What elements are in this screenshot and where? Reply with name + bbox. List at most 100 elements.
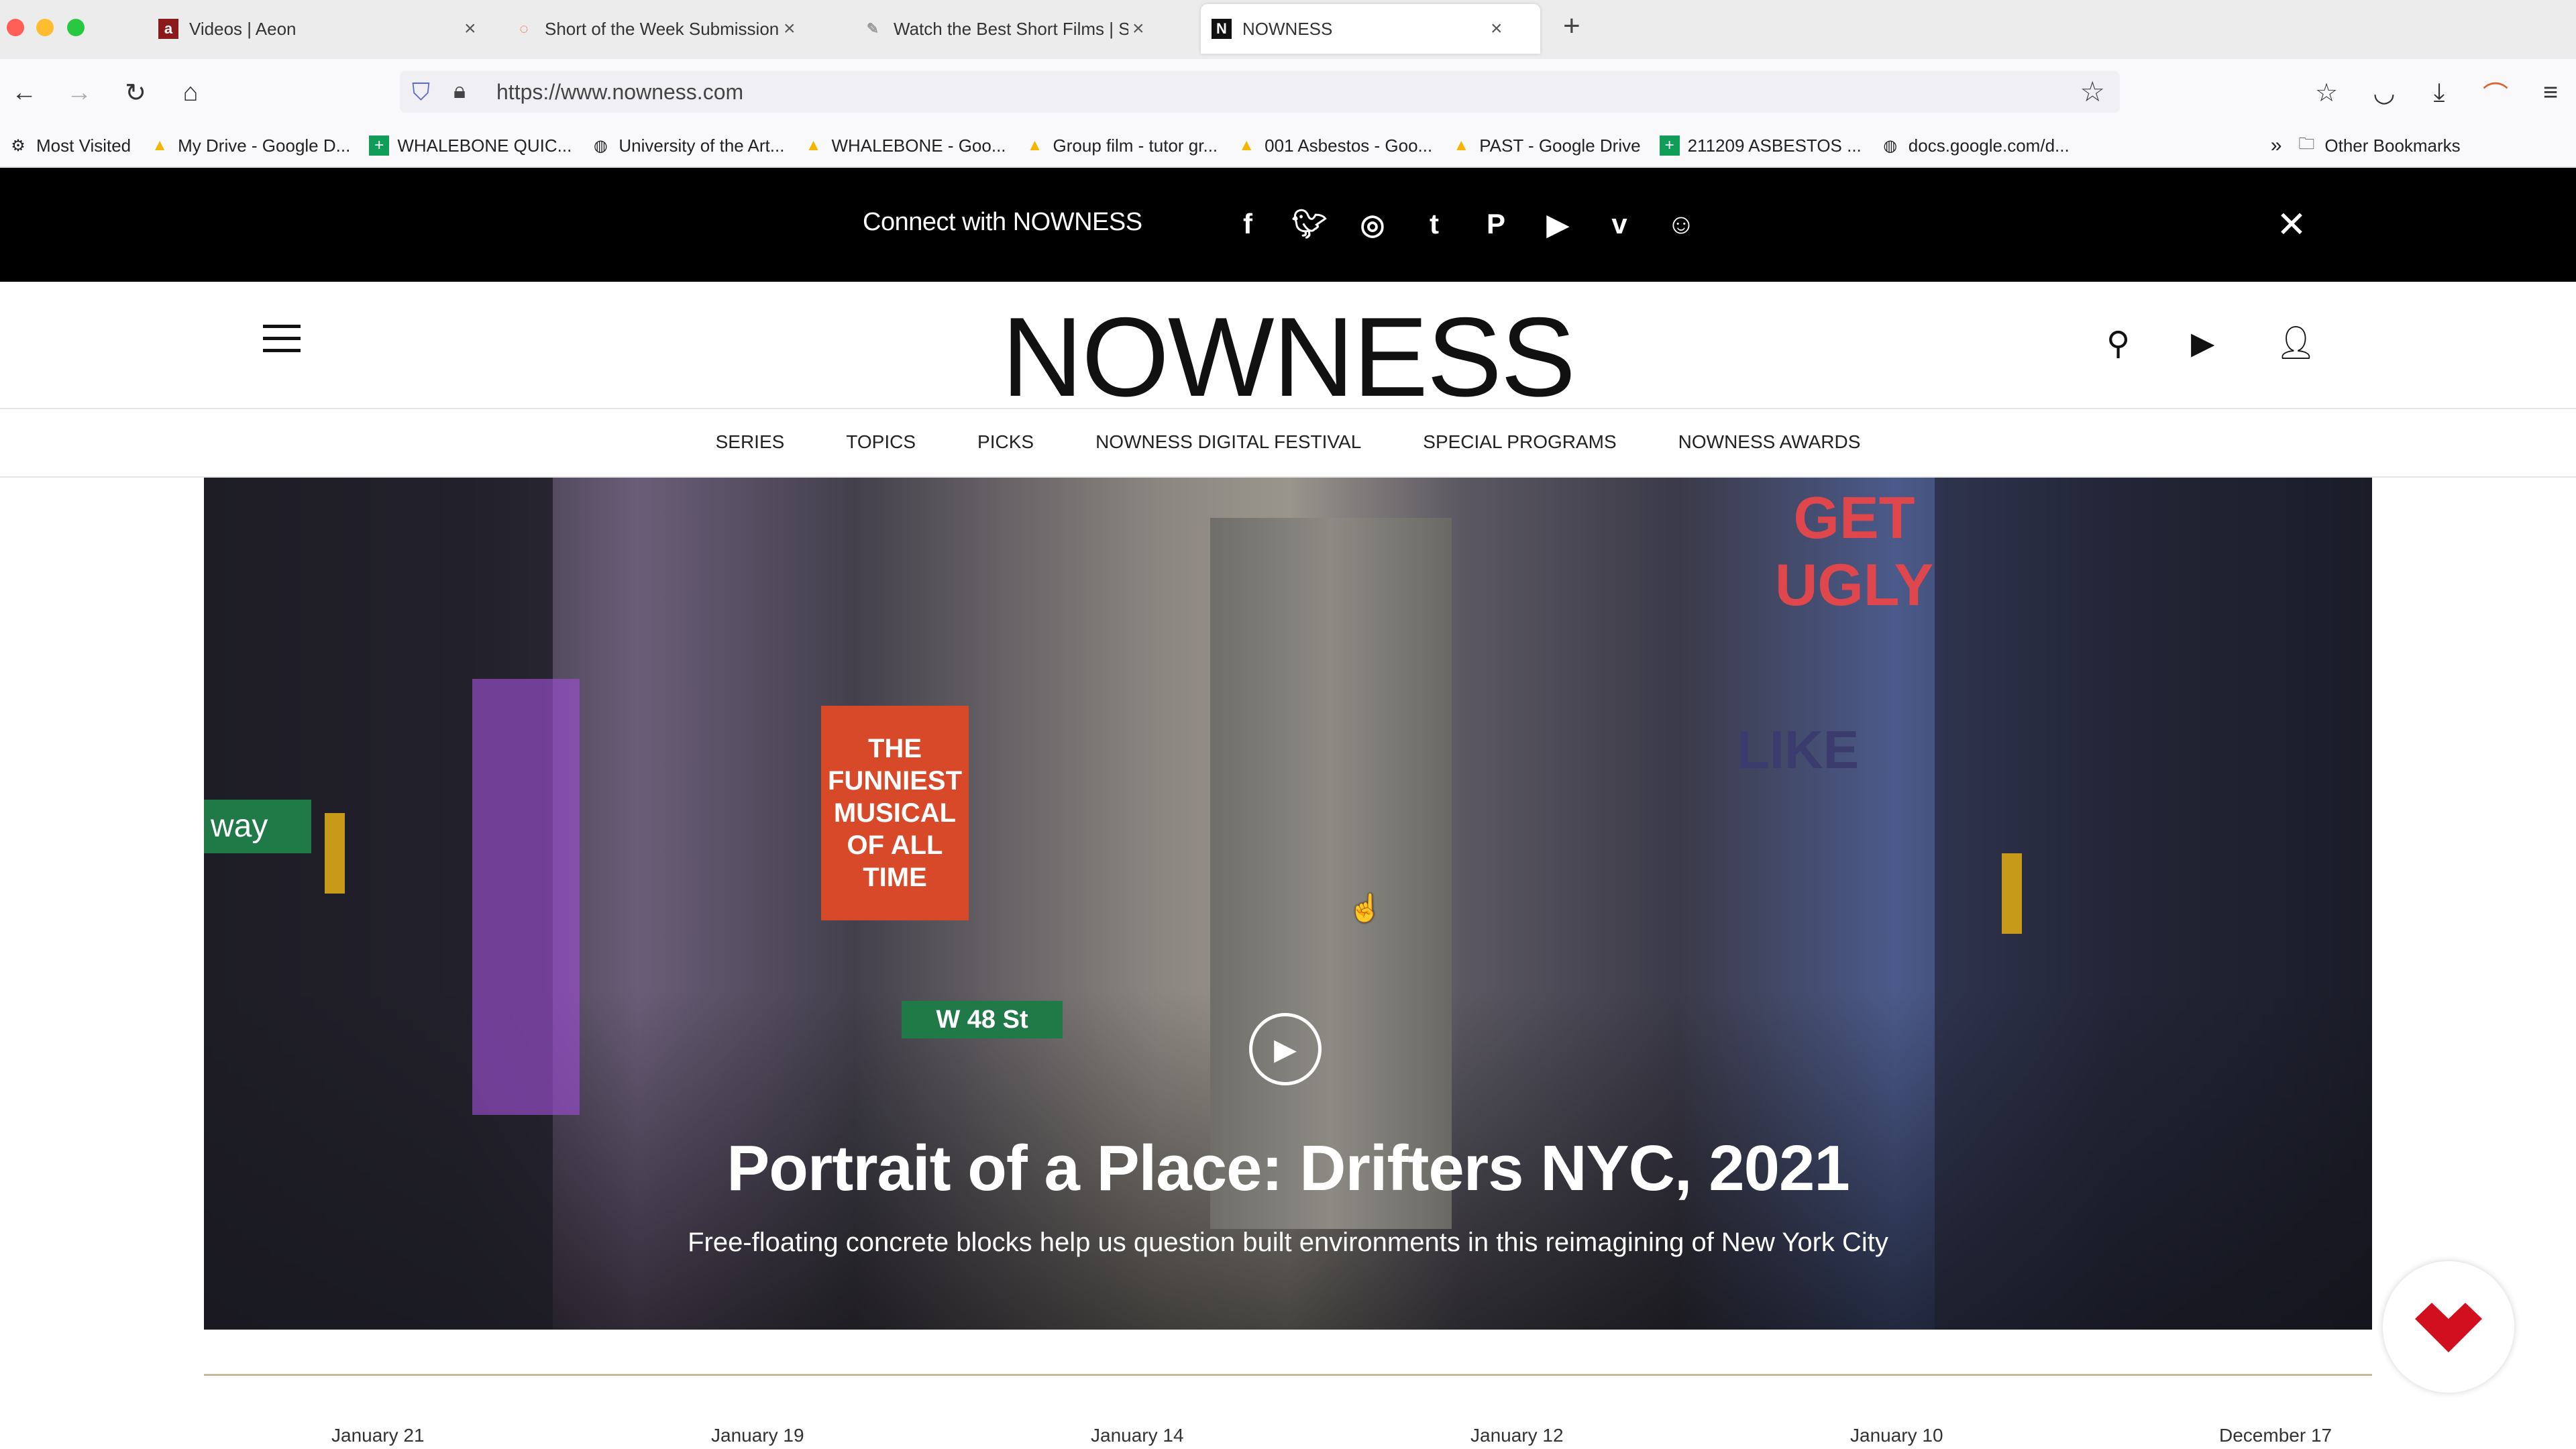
connect-text: Connect with NOWNESS bbox=[863, 208, 1142, 236]
google-drive-icon: ▲ bbox=[1453, 136, 1470, 154]
shortoftheweek-favicon-icon: ◌ bbox=[519, 20, 529, 37]
reload-icon[interactable]: ↻ bbox=[117, 74, 154, 111]
more-bookmarks-chevron-icon[interactable]: » bbox=[2271, 134, 2282, 157]
google-drive-icon: ▲ bbox=[152, 136, 168, 154]
google-drive-icon: ▲ bbox=[1026, 136, 1043, 154]
bookmark-whalebone-quic[interactable]: + WHALEBONE QUIC... bbox=[369, 136, 572, 156]
aeon-favicon-icon: a bbox=[158, 19, 178, 39]
tab-nowness[interactable]: N NOWNESS × bbox=[1201, 4, 1540, 54]
bookmark-past[interactable]: ▲ PAST - Google Drive bbox=[1451, 136, 1640, 156]
shield-icon[interactable]: ⛉ bbox=[412, 78, 430, 107]
connect-banner: Connect with NOWNESS f 🐦︎ ◎ t P ▶ v ☺ ✕ bbox=[0, 168, 2576, 282]
close-window-button[interactable] bbox=[7, 19, 24, 36]
floating-action-button[interactable] bbox=[2383, 1261, 2514, 1393]
bookmark-my-drive[interactable]: ▲ My Drive - Google D... bbox=[150, 136, 350, 156]
close-icon[interactable]: × bbox=[1491, 17, 1503, 40]
url-bar[interactable]: ⛉ 🔒︎ https://www.nowness.com ☆ bbox=[400, 71, 2120, 113]
new-tab-button[interactable]: + bbox=[1563, 9, 1580, 43]
tab-aeon[interactable]: a Videos | Aeon × bbox=[158, 4, 487, 54]
other-bookmarks[interactable]: 🗀︎ Other Bookmarks bbox=[2296, 134, 2460, 156]
tab-title: Short of the Week Submission M bbox=[545, 18, 780, 39]
close-icon[interactable]: × bbox=[784, 17, 796, 40]
like-billboard: LIKE bbox=[1736, 720, 1860, 780]
close-icon[interactable]: × bbox=[1132, 17, 1144, 40]
nowness-favicon-icon: N bbox=[1212, 19, 1232, 39]
globe-icon: ◍ bbox=[593, 136, 608, 155]
tab-title: NOWNESS bbox=[1242, 18, 1333, 39]
forward-arrow-icon[interactable]: → bbox=[60, 74, 98, 111]
hero-subtitle: Free-floating concrete blocks help us qu… bbox=[688, 1228, 1888, 1257]
back-arrow-icon[interactable]: ← bbox=[5, 74, 43, 111]
search-icon[interactable]: ⚲ bbox=[2106, 325, 2130, 362]
main-menu: SERIES TOPICS PICKS NOWNESS DIGITAL FEST… bbox=[0, 408, 2576, 478]
shortfilms-favicon-icon: ✎ bbox=[866, 20, 879, 37]
section-divider bbox=[204, 1374, 2372, 1376]
google-drive-icon: ▲ bbox=[805, 136, 822, 154]
play-icon[interactable]: ▶ bbox=[2191, 325, 2214, 361]
hero-title[interactable]: Portrait of a Place: Drifters NYC, 2021 bbox=[204, 1132, 2372, 1205]
bookmark-001-asbestos[interactable]: ▲ 001 Asbestos - Goo... bbox=[1236, 136, 1432, 156]
bookmark-211209-asbestos[interactable]: +211209 ASBESTOS ... bbox=[1659, 136, 1862, 156]
instagram-icon[interactable]: ◎ bbox=[1352, 204, 1393, 244]
traffic-light-left-icon bbox=[325, 813, 345, 894]
menu-item-special-programs[interactable]: SPECIAL PROGRAMS bbox=[1423, 431, 1616, 453]
street-sign-w48: W 48 St bbox=[902, 1001, 1063, 1038]
bookmark-university-of-the-arts[interactable]: ◍ University of the Art... bbox=[590, 136, 785, 156]
bookmark-most-visited[interactable]: ⚙ Most Visited bbox=[8, 136, 131, 156]
site-header: NOWNESS ⚲ ▶ 👤︎ bbox=[0, 282, 2576, 420]
minimize-window-button[interactable] bbox=[36, 19, 54, 36]
article-date: January 14 bbox=[1091, 1425, 1184, 1446]
menu-item-digital-festival[interactable]: NOWNESS DIGITAL FESTIVAL bbox=[1095, 431, 1361, 453]
close-banner-icon[interactable]: ✕ bbox=[2271, 204, 2312, 245]
article-date: January 10 bbox=[1850, 1425, 1943, 1446]
google-sheets-icon: + bbox=[369, 136, 390, 156]
pinterest-icon[interactable]: P bbox=[1476, 204, 1516, 244]
menu-item-topics[interactable]: TOPICS bbox=[846, 431, 916, 453]
play-video-button[interactable]: ▶ bbox=[1249, 1013, 1322, 1085]
article-date: January 19 bbox=[711, 1425, 804, 1446]
article-date: January 21 bbox=[331, 1425, 425, 1446]
menu-item-series[interactable]: SERIES bbox=[716, 431, 785, 453]
bookmark-whalebone-goo[interactable]: ▲ WHALEBONE - Goo... bbox=[803, 136, 1006, 156]
facebook-icon[interactable]: f bbox=[1228, 204, 1268, 244]
user-account-icon[interactable]: 👤︎ bbox=[2275, 323, 2316, 362]
pocket-icon[interactable]: ◡ bbox=[2365, 74, 2403, 111]
tab-best-short-films[interactable]: ✎ Watch the Best Short Films | Sh × bbox=[863, 4, 1178, 54]
url-text[interactable]: https://www.nowness.com bbox=[496, 80, 743, 105]
bookmarks-bar: ⚙ Most Visited ▲ My Drive - Google D... + W… bbox=[0, 125, 2576, 167]
wechat-icon[interactable]: ☺ bbox=[1661, 204, 1701, 244]
menu-item-awards[interactable]: NOWNESS AWARDS bbox=[1678, 431, 1861, 453]
bookmark-docs-google[interactable]: ◍ docs.google.com/d... bbox=[1880, 136, 2069, 156]
google-sheets-icon: + bbox=[1659, 136, 1680, 156]
close-icon[interactable]: × bbox=[464, 17, 476, 40]
get-ugly-billboard: GET UGLY bbox=[1774, 484, 1934, 618]
heart-logo-icon bbox=[2415, 1303, 2482, 1352]
hero-video[interactable]: way THE FUNNIEST MUSICAL OF ALL TIME W 4… bbox=[204, 478, 2372, 1330]
youtube-icon[interactable]: ▶ bbox=[1538, 204, 1578, 244]
tab-title: Videos | Aeon bbox=[189, 18, 297, 39]
menu-item-picks[interactable]: PICKS bbox=[977, 431, 1034, 453]
bookmark-star-icon[interactable]: ☆ bbox=[2080, 75, 2105, 108]
home-icon[interactable]: ⌂ bbox=[172, 74, 209, 111]
google-drive-icon: ▲ bbox=[1238, 136, 1255, 154]
app-menu-icon[interactable]: ≡ bbox=[2532, 74, 2569, 111]
tab-title: Watch the Best Short Films | Sh bbox=[894, 18, 1128, 39]
bookmark-group-film[interactable]: ▲ Group film - tutor gr... bbox=[1025, 136, 1218, 156]
browser-tab-bar: a Videos | Aeon × ◌ Short of the Week Su… bbox=[0, 0, 2576, 59]
mouse-cursor-icon: ☝ bbox=[1348, 894, 1382, 923]
vimeo-icon[interactable]: v bbox=[1599, 204, 1640, 244]
folder-icon: 🗀︎ bbox=[2298, 134, 2315, 153]
hero-billboard-purple bbox=[472, 679, 580, 1115]
pocket-save-icon[interactable]: ☆ bbox=[2308, 74, 2345, 111]
tab-short-of-the-week[interactable]: ◌ Short of the Week Submission M × bbox=[514, 4, 829, 54]
maximize-window-button[interactable] bbox=[67, 19, 85, 36]
gear-icon: ⚙ bbox=[11, 136, 25, 155]
extension-icon[interactable]: ⌒ bbox=[2477, 74, 2514, 111]
traffic-light-right-icon bbox=[2002, 853, 2022, 934]
downloads-icon[interactable]: ⤓ bbox=[2420, 74, 2458, 111]
lock-icon[interactable]: 🔒︎ bbox=[453, 78, 466, 104]
article-date: January 12 bbox=[1470, 1425, 1564, 1446]
tumblr-icon[interactable]: t bbox=[1414, 204, 1454, 244]
site-logo[interactable]: NOWNESS bbox=[0, 292, 2576, 422]
twitter-icon[interactable]: 🐦︎ bbox=[1289, 204, 1330, 244]
